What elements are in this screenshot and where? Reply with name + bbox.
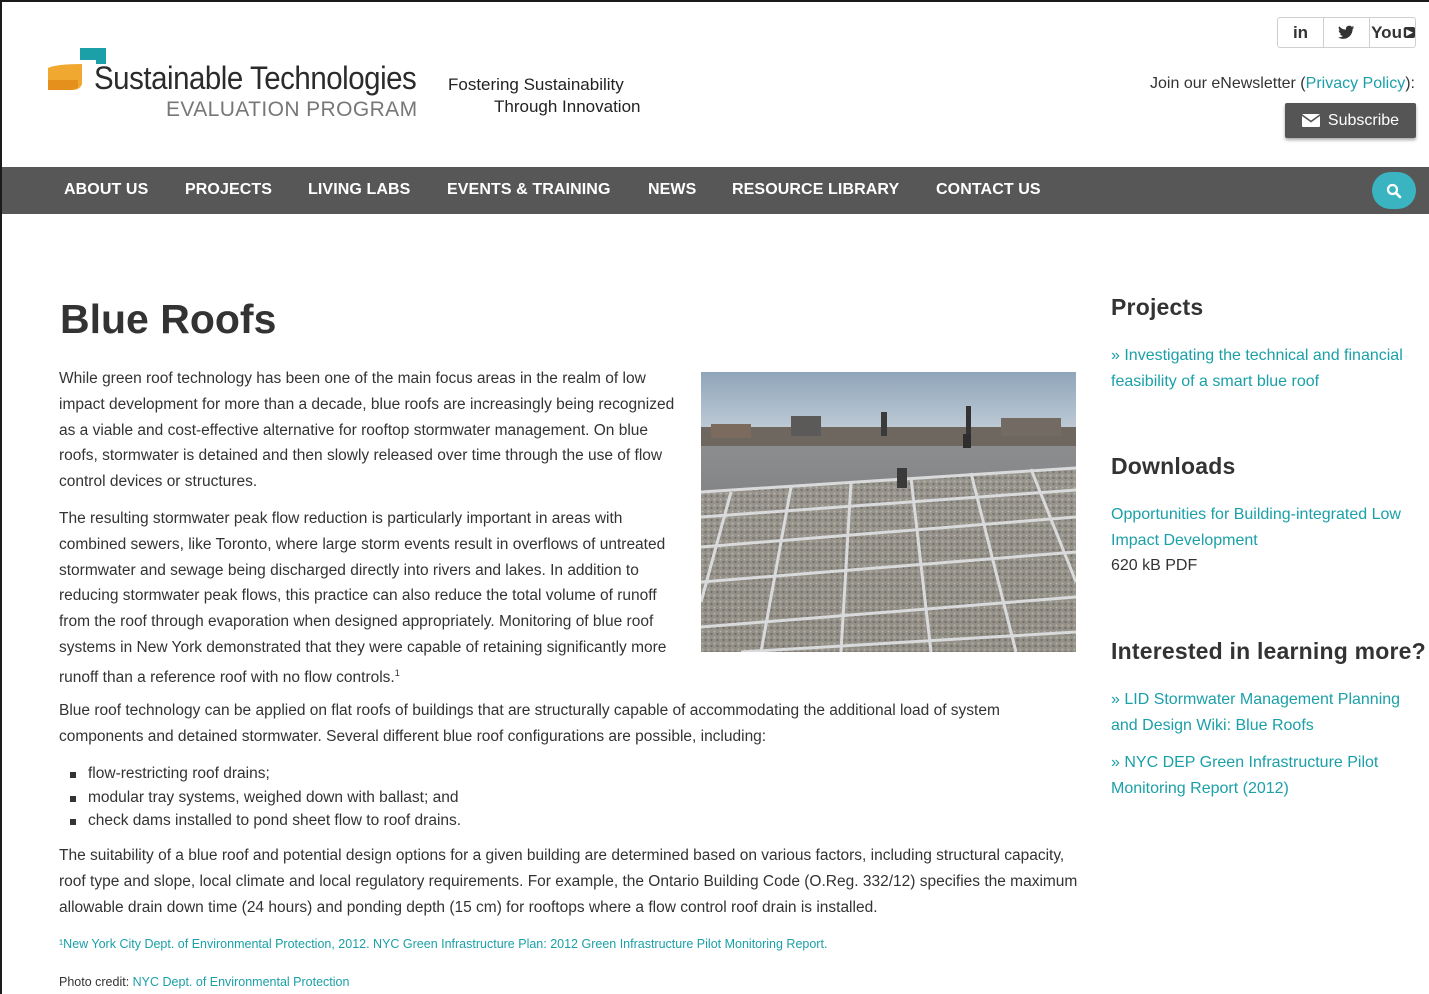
intro-paragraph: While green roof technology has been one… (59, 370, 675, 491)
second-paragraph: The resulting stormwater peak flow reduc… (59, 506, 689, 691)
blue-roof-photo (701, 372, 1076, 652)
tagline-line-1: Fostering Sustainability (448, 75, 624, 94)
sidebar-learn-more-link[interactable]: » LID Stormwater Management Planning and… (1111, 687, 1423, 739)
tagline: Fostering Sustainability Through Innovat… (448, 74, 641, 118)
sidebar-downloads-heading: Downloads (1111, 453, 1236, 479)
newsletter-suffix: ): (1405, 75, 1415, 92)
search-button[interactable] (1372, 172, 1416, 209)
nav-living-labs[interactable]: LIVING LABS (308, 181, 410, 199)
footnote-link[interactable]: ¹New York City Dept. of Environmental Pr… (59, 937, 827, 951)
sidebar-project-link[interactable]: » Investigating the technical and financ… (1111, 343, 1423, 395)
logo-subtitle: EVALUATION PROGRAM (166, 98, 418, 121)
subscribe-button[interactable]: Subscribe (1285, 103, 1416, 138)
newsletter-prefix: Join our eNewsletter ( (1150, 75, 1306, 92)
youtube-icon[interactable]: You ▶ (1370, 18, 1415, 47)
page-title: Blue Roofs (60, 296, 277, 342)
social-links: in You ▶ (1277, 17, 1416, 48)
nav-contact-us[interactable]: CONTACT US (936, 181, 1041, 199)
youtube-label: You (1370, 24, 1405, 41)
nav-news[interactable]: NEWS (648, 181, 696, 199)
list-item: check dams installed to pond sheet flow … (70, 809, 461, 833)
sidebar-learn-more-heading: Interested in learning more? (1111, 638, 1426, 664)
sidebar-download-link[interactable]: Opportunities for Building-integrated Lo… (1111, 502, 1423, 554)
linkedin-icon[interactable]: in (1278, 18, 1324, 47)
search-icon (1386, 183, 1402, 198)
logo-title: Sustainable Technologies (94, 60, 417, 96)
sidebar-projects-heading: Projects (1111, 294, 1204, 320)
configuration-list: flow-restricting roof drains; modular tr… (70, 762, 461, 833)
twitter-bird-glyph (1338, 25, 1355, 39)
tagline-line-2: Through Innovation (494, 97, 641, 116)
envelope-icon (1301, 114, 1320, 127)
newsletter-text: Join our eNewsletter (Privacy Policy): (1150, 75, 1415, 93)
nav-projects[interactable]: PROJECTS (185, 181, 272, 199)
subscribe-label: Subscribe (1327, 111, 1400, 129)
nav-about-us[interactable]: ABOUT US (64, 181, 148, 199)
privacy-policy-link[interactable]: Privacy Policy (1306, 75, 1406, 92)
photo-credit: Photo credit: NYC Dept. of Environmental… (59, 975, 349, 989)
main-nav: ABOUT US PROJECTS LIVING LABS EVENTS & T… (2, 167, 1429, 214)
third-paragraph: Blue roof technology can be applied on f… (59, 702, 1000, 745)
list-item: flow-restricting roof drains; (70, 762, 461, 786)
list-item: modular tray systems, weighed down with … (70, 786, 461, 810)
nav-events-training[interactable]: EVENTS & TRAINING (447, 181, 611, 199)
fourth-paragraph: The suitability of a blue roof and poten… (59, 847, 1078, 916)
sidebar-learn-more-link[interactable]: » NYC DEP Green Infrastructure Pilot Mon… (1111, 750, 1423, 802)
nav-resource-library[interactable]: RESOURCE LIBRARY (732, 181, 899, 199)
photo-credit-link[interactable]: NYC Dept. of Environmental Protection (133, 975, 350, 989)
rooftop-image (701, 372, 1076, 652)
site-logo[interactable]: Sustainable Technologies EVALUATION PROG… (46, 46, 426, 126)
download-file-size: 620 kB PDF (1111, 557, 1198, 574)
twitter-icon[interactable] (1324, 18, 1370, 47)
photo-credit-label: Photo credit: (59, 975, 133, 989)
youtube-glyph: You ▶ (1370, 23, 1415, 42)
second-paragraph-text: The resulting stormwater peak flow reduc… (59, 510, 667, 686)
footnote-ref: 1 (394, 667, 400, 678)
